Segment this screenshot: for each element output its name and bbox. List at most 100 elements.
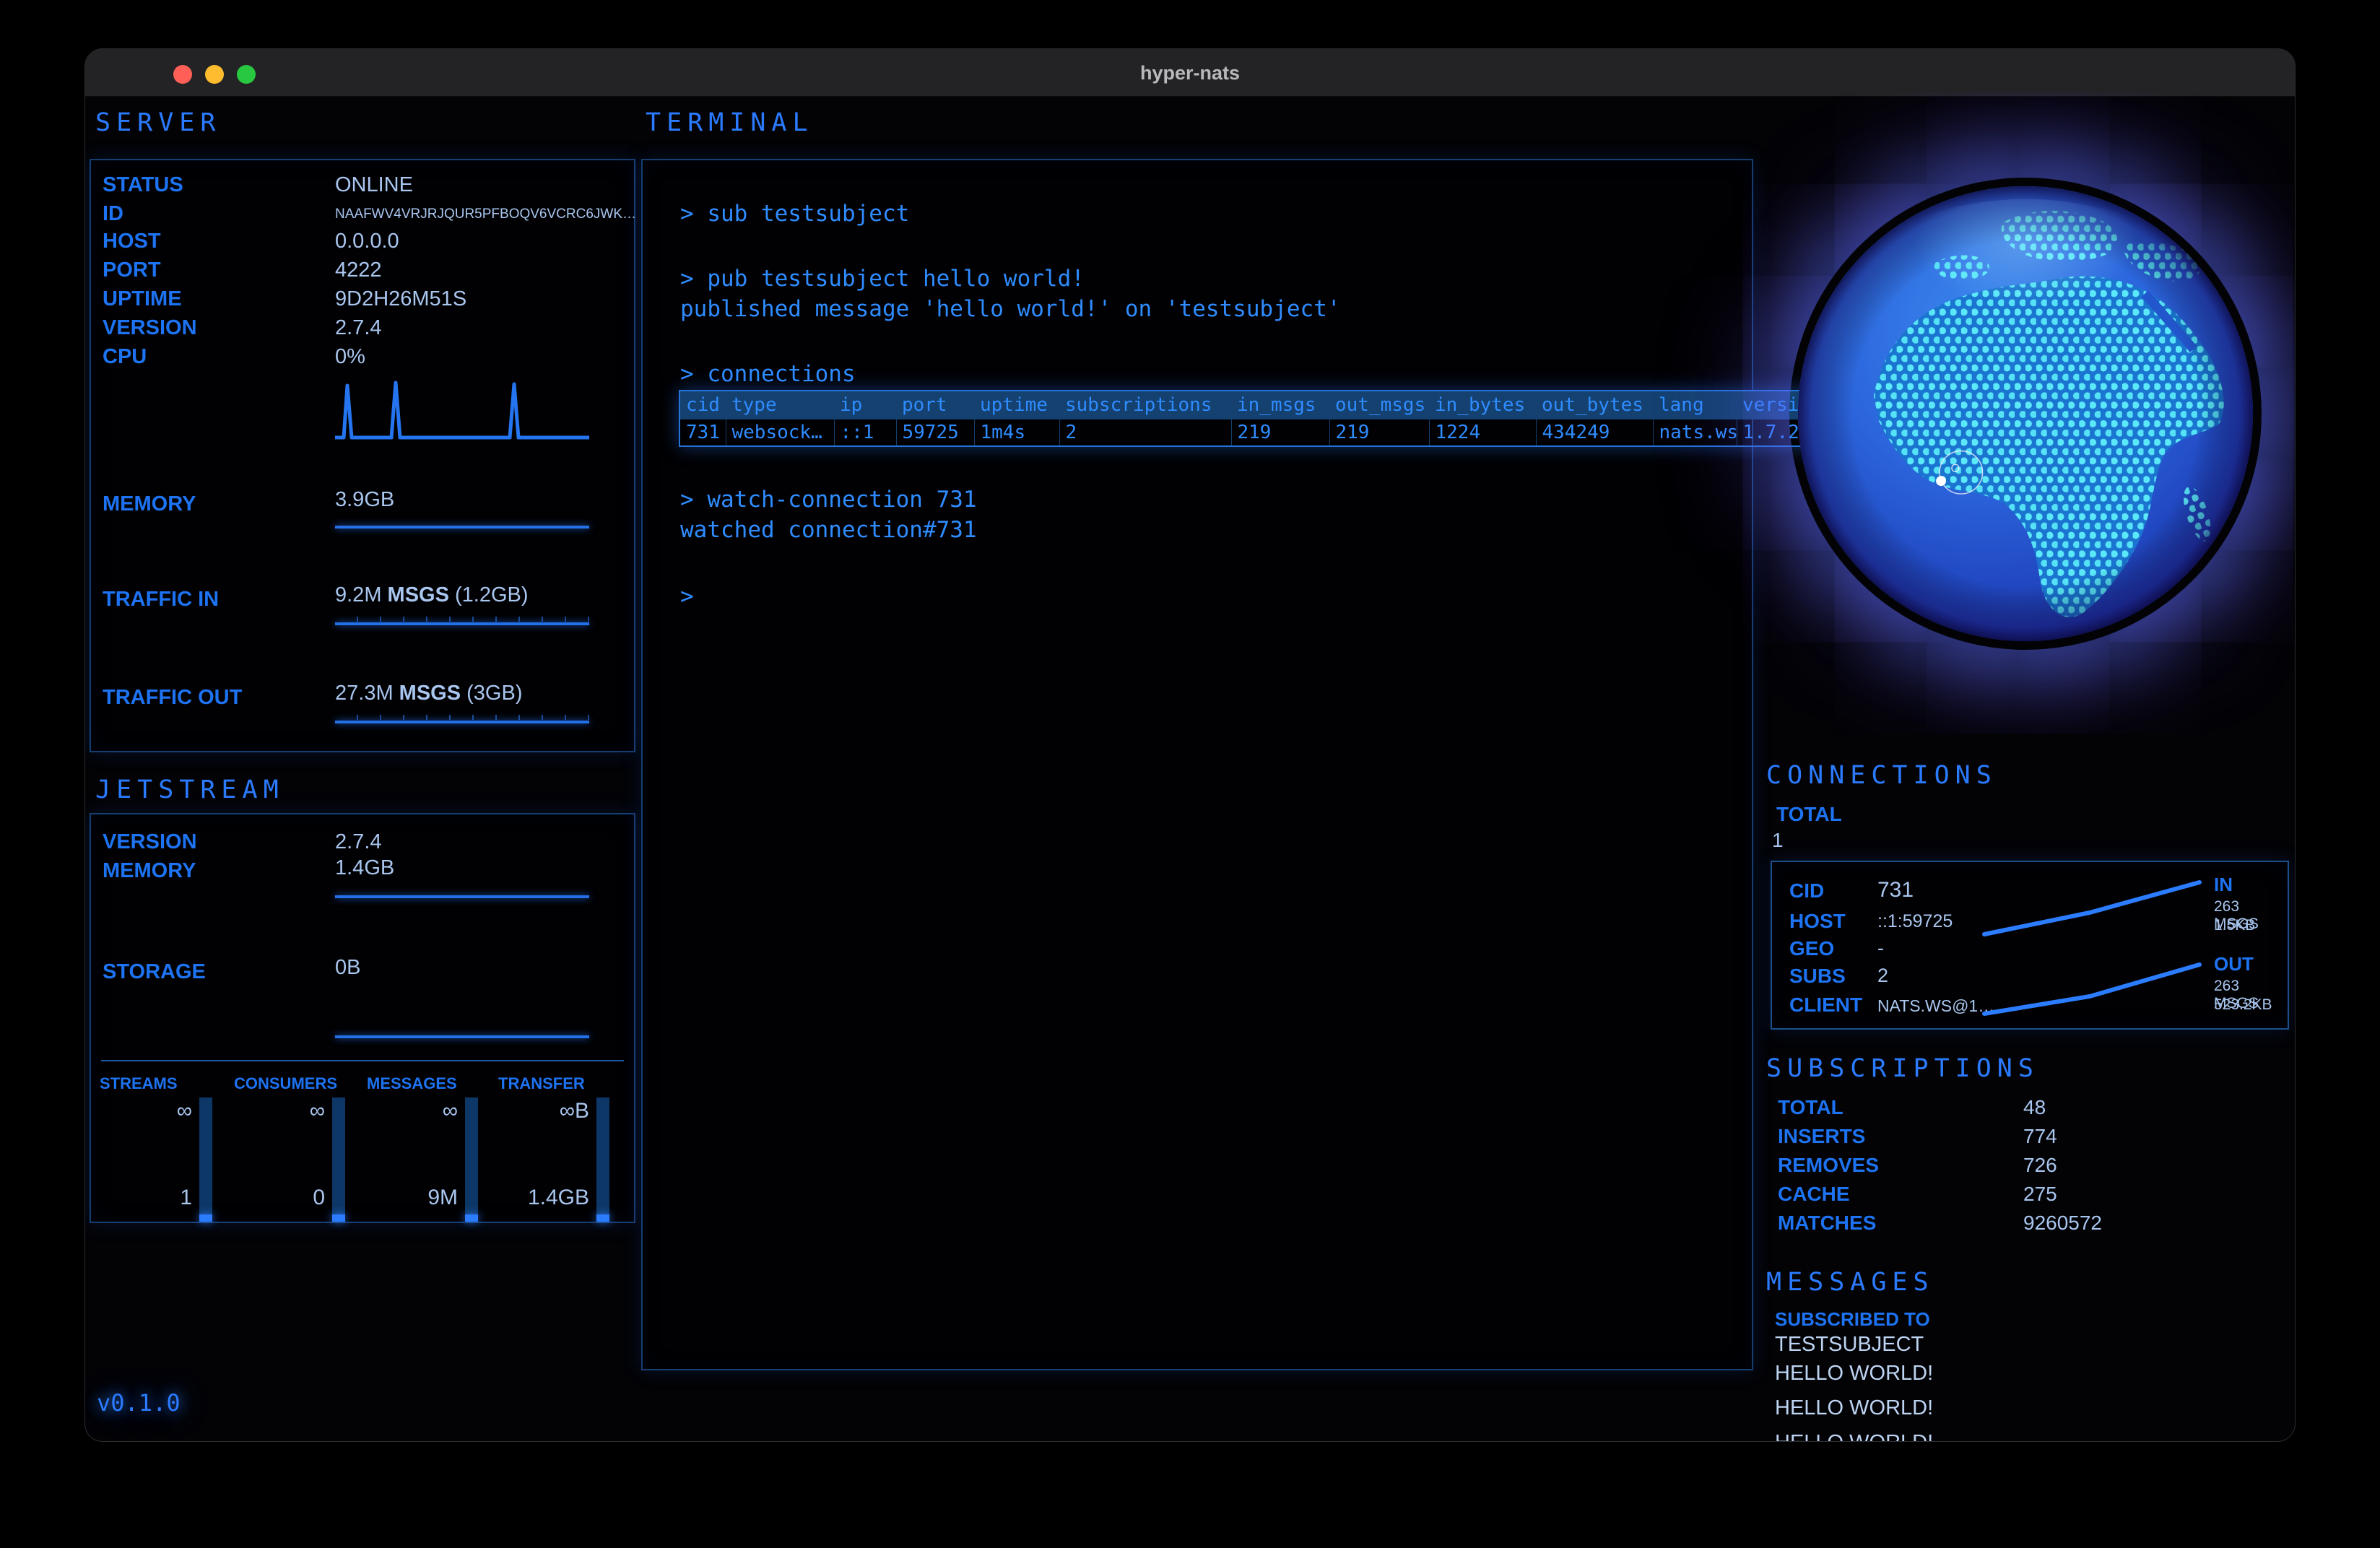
jetstream-divider: [101, 1060, 624, 1061]
cpu-sparkline: [335, 374, 589, 442]
server-id-value: NAAFWV4VRJRJQUR5PFBOQV6VCRC6JWK…: [335, 206, 636, 222]
col-header: uptime: [974, 391, 1059, 419]
geo-value: -: [1877, 937, 1884, 960]
streams-gauge-label: STREAMS: [100, 1074, 178, 1093]
subs-matches-label: MATCHES: [1778, 1212, 1876, 1235]
jetstream-memory-line: [335, 895, 589, 898]
server-panel: STATUS ONLINE ID NAAFWV4VRJRJQUR5PFBOQV6…: [90, 159, 635, 752]
col-header: ip: [834, 391, 896, 419]
consumers-gauge-value: 0: [238, 1186, 325, 1210]
server-version-value: 2.7.4: [335, 316, 382, 340]
terminal-line: published message 'hello world!' on 'tes…: [680, 296, 1341, 322]
terminal-line: > watch-connection 731: [680, 487, 977, 513]
jetstream-version-value: 2.7.4: [335, 830, 382, 854]
cell-outmsgs: 219: [1329, 419, 1429, 447]
server-version-label: VERSION: [103, 316, 197, 340]
cell-inbytes: 1224: [1429, 419, 1536, 447]
client-value: NATS.WS@1…: [1877, 996, 1994, 1016]
subs-inserts-value: 774: [2023, 1125, 2057, 1148]
in-label: IN: [2214, 874, 2233, 896]
globe-svg: [1789, 178, 2262, 650]
streams-gauge-bar: [199, 1097, 212, 1222]
messages-gauge-bar: [465, 1097, 478, 1222]
cell-subs: 2: [1059, 419, 1231, 447]
table-header-row: cid type ip port uptime subscriptions in…: [679, 391, 1835, 419]
traffic-in-value: 9.2M MSGS (1.2GB): [335, 583, 529, 607]
server-memory-label: MEMORY: [103, 492, 196, 516]
in-bytes: 1.5KB: [2214, 917, 2255, 934]
memory-gauge-line: [335, 526, 589, 529]
subs-removes-label: REMOVES: [1778, 1154, 1879, 1177]
message-item: HELLO WORLD!: [1775, 1431, 1933, 1441]
cell-lang: nats.ws: [1653, 419, 1737, 447]
jetstream-section-title: JETSTREAM: [95, 775, 285, 804]
server-id-label: ID: [103, 202, 123, 226]
consumers-gauge-bar: [332, 1097, 345, 1222]
cell-port: 59725: [896, 419, 974, 447]
traffic-in-label: TRAFFIC IN: [103, 588, 219, 612]
connection-card[interactable]: CID 731 HOST ::1:59725 GEO - SUBS 2 CLIE…: [1771, 861, 2289, 1030]
terminal-prompt[interactable]: >: [680, 583, 694, 609]
consumers-gauge-max: ∞: [238, 1099, 325, 1123]
jetstream-storage-line: [335, 1035, 589, 1038]
messages-gauge-value: 9M: [371, 1186, 458, 1210]
jetstream-panel: VERSION 2.7.4 MEMORY 1.4GB STORAGE 0B ST…: [90, 813, 635, 1223]
message-item: HELLO WORLD!: [1775, 1362, 1933, 1386]
cell-inmsgs: 219: [1231, 419, 1329, 447]
subs-value: 2: [1877, 965, 1888, 987]
subs-inserts-label: INSERTS: [1778, 1125, 1865, 1148]
jetstream-storage-value: 0B: [335, 956, 360, 980]
terminal-line: > sub testsubject: [680, 201, 909, 227]
subs-cache-label: CACHE: [1778, 1183, 1850, 1206]
app-window: hyper-nats SERVER STATUS ONLINE ID NAAFW…: [85, 49, 2295, 1441]
jetstream-storage-label: STORAGE: [103, 960, 206, 984]
server-status-value: ONLINE: [335, 173, 413, 197]
traffic-in-ticks: [335, 617, 589, 622]
connections-table: cid type ip port uptime subscriptions in…: [679, 390, 1836, 447]
traffic-out-label: TRAFFIC OUT: [103, 686, 242, 710]
jetstream-memory-label: MEMORY: [103, 859, 196, 883]
cid-label: CID: [1789, 879, 1824, 903]
terminal-panel[interactable]: > sub testsubject > pub testsubject hell…: [641, 159, 1753, 1370]
cell-uptime: 1m4s: [974, 419, 1059, 447]
col-header: in_bytes: [1429, 391, 1536, 419]
server-port-value: 4222: [335, 258, 382, 282]
app-version: v0.1.0: [97, 1389, 181, 1417]
jetstream-memory-value: 1.4GB: [335, 856, 394, 880]
terminal-section-title: TERMINAL: [646, 108, 814, 137]
table-row[interactable]: 731 websock… ::1 59725 1m4s 2 219 219 12…: [679, 419, 1835, 447]
server-cpu-label: CPU: [103, 345, 147, 369]
message-item: HELLO WORLD!: [1775, 1396, 1933, 1420]
col-header: lang: [1653, 391, 1737, 419]
subs-total-value: 48: [2023, 1096, 2046, 1119]
window-title: hyper-nats: [85, 62, 2295, 84]
host-value: ::1:59725: [1877, 911, 1953, 932]
server-uptime-label: UPTIME: [103, 287, 182, 311]
cid-value: 731: [1877, 878, 1914, 903]
server-host-label: HOST: [103, 230, 161, 253]
subs-cache-value: 275: [2023, 1183, 2057, 1206]
transfer-gauge-bar: [596, 1097, 609, 1222]
server-section-title: SERVER: [95, 108, 221, 137]
col-header: out_msgs: [1329, 391, 1429, 419]
globe-visualization[interactable]: [1789, 178, 2262, 650]
server-uptime-value: 9D2H26M51S: [335, 287, 466, 311]
subs-total-label: TOTAL: [1778, 1096, 1843, 1119]
geo-label: GEO: [1789, 937, 1834, 960]
window-titlebar: hyper-nats: [85, 49, 2295, 97]
col-header: in_msgs: [1231, 391, 1329, 419]
subscribed-to-label: SUBSCRIBED TO: [1775, 1308, 1930, 1331]
terminal-line: > pub testsubject hello world!: [680, 266, 1085, 292]
col-header: subscriptions: [1059, 391, 1231, 419]
connections-section-title: CONNECTIONS: [1766, 761, 1997, 790]
connections-total-label: TOTAL: [1776, 803, 1842, 826]
subscriptions-section-title: SUBSCRIPTIONS: [1766, 1054, 2039, 1083]
server-status-label: STATUS: [103, 173, 183, 197]
transfer-gauge-label: TRANSFER: [498, 1074, 585, 1093]
messages-gauge-label: MESSAGES: [367, 1074, 457, 1093]
messages-gauge-max: ∞: [371, 1099, 458, 1123]
server-host-value: 0.0.0.0: [335, 230, 399, 253]
traffic-out-value: 27.3M MSGS (3GB): [335, 682, 522, 705]
out-traffic-chart: [1981, 955, 2205, 1019]
col-header: cid: [679, 391, 726, 419]
